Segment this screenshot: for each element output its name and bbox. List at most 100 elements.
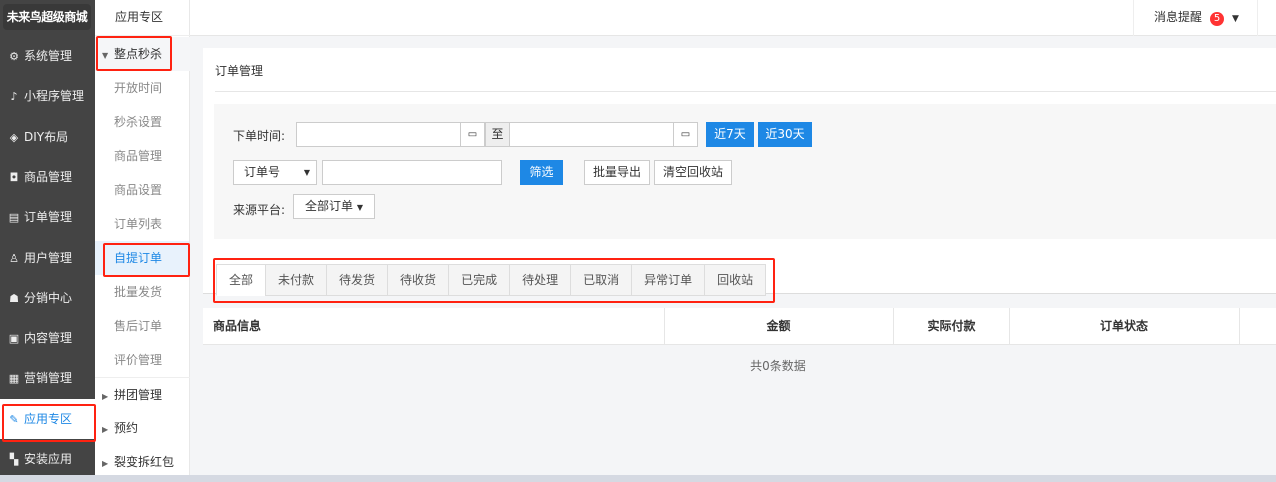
search-input[interactable]: [322, 160, 502, 185]
search-type-select[interactable]: 订单号 ▼: [233, 160, 317, 185]
user-icon: ♙: [9, 251, 19, 265]
caret-right-icon: ▶: [102, 425, 109, 434]
subnav-group[interactable]: ▶ 预约: [95, 411, 190, 445]
network-icon: ☗: [9, 291, 19, 305]
subnav-group[interactable]: ▶ 裂变拆红包: [95, 445, 190, 479]
message-notification[interactable]: 消息提醒 5 ▼: [1133, 0, 1258, 36]
tab-7[interactable]: 异常订单: [631, 264, 706, 296]
tab-6[interactable]: 已取消: [570, 264, 633, 296]
subnav-item[interactable]: 商品设置: [95, 173, 189, 207]
caret-down-icon: ▼: [356, 203, 363, 212]
sidebar-item-label: 系统管理: [24, 49, 73, 63]
subnav-item[interactable]: 秒杀设置: [95, 105, 189, 139]
subnav-group-flash-sale[interactable]: ▼ 整点秒杀: [95, 37, 190, 71]
horizontal-scrollbar[interactable]: [0, 475, 1276, 482]
subnav-title: 应用专区: [95, 0, 190, 36]
message-count-badge: 5: [1210, 12, 1225, 26]
column-amount: 金额: [664, 308, 894, 345]
tab-0[interactable]: 全部: [216, 264, 267, 296]
tab-4[interactable]: 已完成: [448, 264, 511, 296]
caret-right-icon: ▶: [102, 392, 109, 401]
to-label: 至: [485, 122, 510, 147]
caret-down-icon: ▼: [102, 51, 109, 60]
subnav-item[interactable]: 开放时间: [95, 71, 189, 105]
sidebar-item-label: 商品管理: [24, 169, 73, 184]
sidebar-item-label: 安装应用: [24, 452, 73, 466]
sidebar-item-label: 营销管理: [24, 371, 73, 386]
batch-export-button[interactable]: 批量导出: [584, 160, 650, 185]
calendar-icon[interactable]: ▭: [460, 122, 485, 147]
last-30-days-button[interactable]: 近30天: [758, 122, 812, 147]
order-time-label: 下单时间:: [233, 129, 286, 143]
subnav-item[interactable]: 售后订单: [95, 309, 189, 343]
search-type-value: 订单号: [244, 165, 281, 179]
filter-area: 下单时间: ▭ 至 ▭ 近7天 近30天 订单号 ▼ 筛选 批量导出 清空回收站 …: [214, 104, 1276, 239]
divider: [215, 91, 1276, 92]
diamond-icon: ◈: [9, 130, 19, 144]
sidebar-item-2[interactable]: ◈ DIY布局: [0, 117, 95, 157]
sidebar-item-1[interactable]: ♪ 小程序管理: [0, 76, 95, 116]
filter-button[interactable]: 筛选: [520, 160, 563, 185]
bag-icon: ◘: [9, 170, 19, 184]
clear-recycle-button[interactable]: 清空回收站: [654, 160, 732, 185]
main-sidebar: 未来鸟超级商城 ⚙ 系统管理 ♪ 小程序管理 ◈ DIY布局 ◘ 商品管理 ▤ 订单管理 ♙ 用户管理…: [0, 0, 95, 475]
sidebar-item-8[interactable]: ▦ 营销管理: [0, 358, 95, 398]
order-panel: 订单管理 下单时间: ▭ 至 ▭ 近7天 近30天 订单号 ▼ 筛选 批量导出 清…: [203, 48, 1276, 296]
tab-8[interactable]: 回收站: [704, 264, 767, 296]
sidebar-item-10[interactable]: ▚ 安装应用: [0, 439, 95, 479]
ticket-icon: ▦: [8, 372, 20, 386]
sidebar-item-label: DIY布局: [24, 129, 69, 144]
sub-sidebar: 应用专区 ▼ 整点秒杀 开放时间 秒杀设置 商品管理 商品设置 订单列表 自提订单 批量发货售…: [95, 0, 190, 475]
subnav-item[interactable]: 商品管理: [95, 139, 189, 173]
sidebar-item-label: 内容管理: [24, 331, 73, 346]
sidebar-item-label: 分销中心: [24, 290, 73, 305]
sidebar-item-6[interactable]: ☗ 分销中心: [0, 278, 95, 318]
sidebar-item-0[interactable]: ⚙ 系统管理: [0, 36, 95, 76]
calendar-icon[interactable]: ▭: [673, 122, 698, 147]
sidebar-item-label: 应用专区: [24, 411, 73, 426]
source-platform-dropdown[interactable]: 全部订单 ▼: [293, 194, 375, 219]
tab-5[interactable]: 待处理: [509, 264, 572, 296]
column-actual-payment: 实际付款: [894, 308, 1010, 345]
caret-down-icon: ▼: [303, 168, 310, 177]
subnav-group-label: 裂变拆红包: [114, 455, 175, 469]
brand-logo: 未来鸟超级商城: [3, 4, 91, 30]
subnav-item[interactable]: 订单列表: [95, 207, 189, 241]
sidebar-item-9[interactable]: ✎ 应用专区: [0, 398, 95, 439]
order-status-tabs: 全部 未付款 待发货 待收货 已完成 待处理 已取消 异常订单 回收站: [216, 264, 767, 296]
content-icon: ▣: [8, 332, 20, 346]
tab-3[interactable]: 待收货: [387, 264, 450, 296]
source-value: 全部订单: [305, 199, 354, 213]
sidebar-item-label: 小程序管理: [24, 89, 85, 104]
top-bar: 消息提醒 5 ▼: [190, 0, 1276, 36]
table-header: 商品信息 金额 实际付款 订单状态: [203, 308, 1276, 345]
puzzle-icon: ✎: [9, 412, 19, 426]
message-label: 消息提醒: [1154, 10, 1203, 24]
sidebar-item-4[interactable]: ▤ 订单管理: [0, 197, 95, 237]
sidebar-item-label: 订单管理: [24, 210, 73, 225]
empty-message: 共0条数据: [750, 359, 806, 373]
page-title: 订单管理: [215, 64, 264, 78]
subnav-group-label: 整点秒杀: [114, 47, 163, 61]
sidebar-item-5[interactable]: ♙ 用户管理: [0, 238, 95, 278]
tab-1[interactable]: 未付款: [265, 264, 328, 296]
subnav-item[interactable]: 批量发货: [95, 275, 189, 309]
clipboard-icon: ▤: [8, 211, 20, 225]
sidebar-item-7[interactable]: ▣ 内容管理: [0, 318, 95, 358]
subnav-item[interactable]: 评价管理: [95, 343, 189, 377]
apps-icon: ▚: [9, 453, 19, 466]
tab-2[interactable]: 待发货: [326, 264, 389, 296]
subnav-group-label: 预约: [114, 421, 139, 435]
column-product-info: 商品信息: [203, 308, 665, 345]
end-date-input[interactable]: [509, 122, 674, 147]
column-order-status: 订单状态: [1009, 308, 1240, 345]
caret-down-icon: ▼: [1232, 14, 1239, 24]
sidebar-item-3[interactable]: ◘ 商品管理: [0, 157, 95, 197]
subnav-group-label: 拼团管理: [114, 388, 163, 402]
start-date-input[interactable]: [296, 122, 461, 147]
source-label: 来源平台:: [233, 203, 286, 217]
gear-icon: ⚙: [9, 50, 19, 63]
subnav-group[interactable]: ▶ 拼团管理: [95, 377, 190, 411]
subnav-item[interactable]: 自提订单: [95, 241, 189, 275]
last-7-days-button[interactable]: 近7天: [706, 122, 754, 147]
